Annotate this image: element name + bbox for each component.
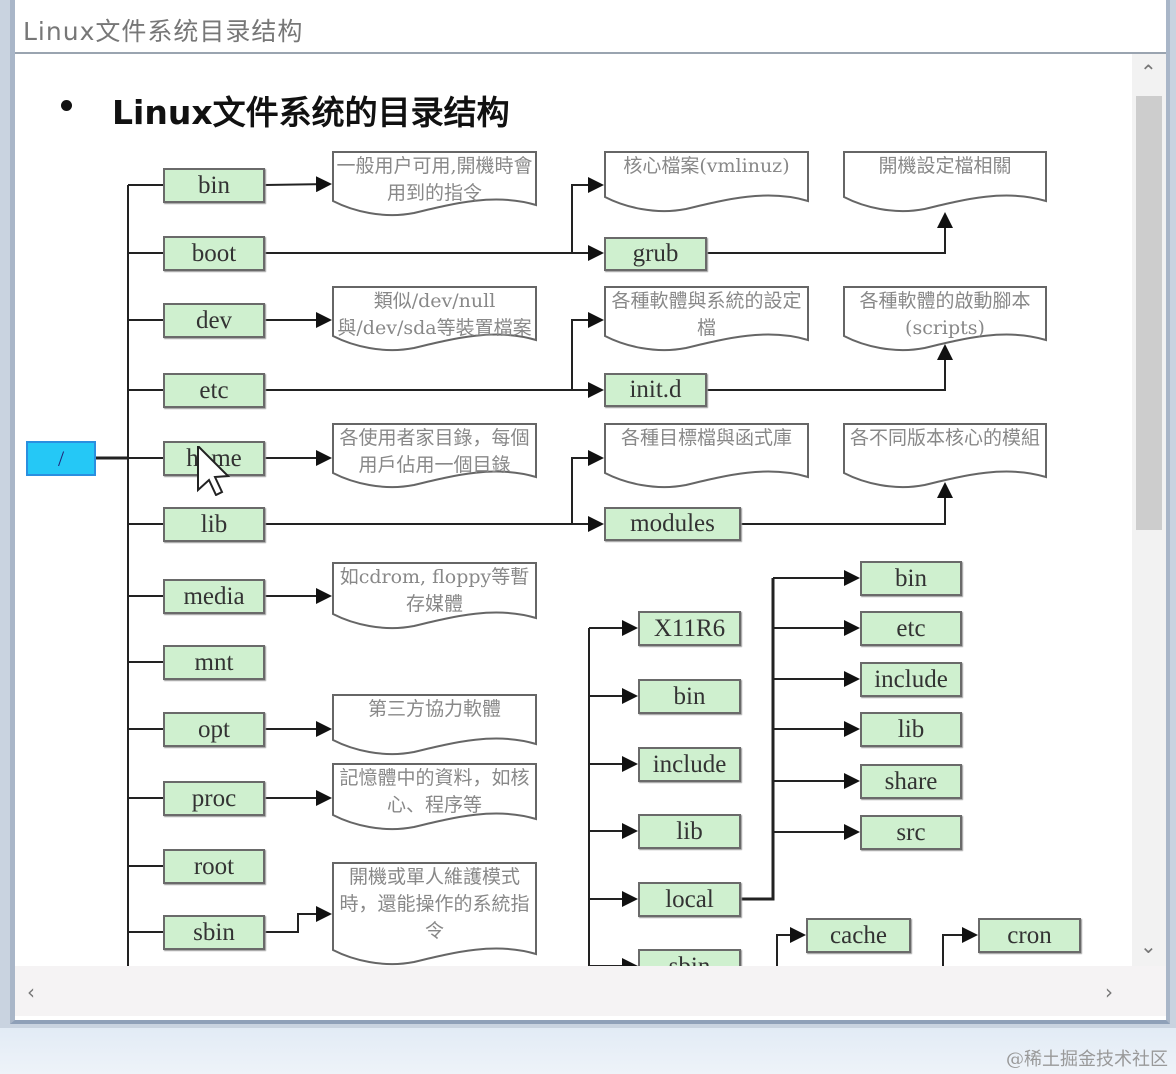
- note-text: 各使用者家目錄，每個用戶佔用一個目錄: [339, 427, 530, 476]
- note-bin: 一般用户可用,開機時會用到的指令: [332, 151, 537, 217]
- connector: [707, 212, 953, 254]
- dir-etc-initd[interactable]: init.d: [604, 373, 707, 407]
- dir-local-include[interactable]: include: [860, 662, 962, 697]
- note-text: 開機設定檔相關: [878, 155, 1012, 177]
- note-dev: 類似/dev/null與/dev/sda等裝置檔案: [332, 286, 537, 352]
- scroll-thumb[interactable]: [1136, 96, 1162, 530]
- dir-root[interactable]: root: [163, 849, 265, 884]
- scroll-right-icon[interactable]: ›: [1105, 980, 1113, 1004]
- dir-local-share[interactable]: share: [860, 764, 962, 799]
- note-text: 各種目標檔與函式庫: [620, 427, 792, 449]
- note-text: 如cdrom, floppy等暫存媒體: [339, 566, 530, 615]
- vertical-scrollbar[interactable]: ⌃ ⌄: [1132, 54, 1166, 966]
- taskbar: [0, 1028, 1176, 1074]
- dir-local-etc[interactable]: etc: [860, 611, 962, 646]
- scroll-up-icon[interactable]: ⌃: [1140, 60, 1157, 84]
- note-modules: 各不同版本核心的模組: [843, 423, 1047, 489]
- note-kernel: 核心檔案(vmlinuz): [604, 151, 809, 213]
- note-text: 核心檔案(vmlinuz): [623, 155, 790, 177]
- dir-media[interactable]: media: [163, 579, 265, 614]
- dir-bin[interactable]: bin: [163, 168, 265, 203]
- connector: [571, 177, 604, 253]
- dir-var-cron[interactable]: cron: [978, 918, 1081, 953]
- dir-etc[interactable]: etc: [163, 373, 265, 408]
- dir-usr-bin[interactable]: bin: [638, 679, 741, 714]
- note-opt: 第三方協力軟體: [332, 694, 537, 756]
- note-initd: 各種軟體的啟動腳本(scripts): [843, 286, 1047, 352]
- note-etc: 各種軟體與系統的設定檔: [604, 286, 809, 352]
- window-title: Linux文件系统目录结构: [23, 17, 304, 46]
- note-text: 各不同版本核心的模組: [849, 427, 1040, 449]
- dir-dev[interactable]: dev: [163, 303, 265, 338]
- connector: [265, 906, 332, 933]
- dir-usr-local[interactable]: local: [638, 882, 741, 917]
- scroll-down-icon[interactable]: ⌄: [1140, 934, 1157, 958]
- note-text: 第三方協力軟體: [367, 698, 501, 720]
- connector: [571, 450, 604, 524]
- note-text: 各種軟體與系統的設定檔: [611, 290, 802, 339]
- dir-boot[interactable]: boot: [163, 236, 265, 271]
- dir-local-bin[interactable]: bin: [860, 561, 962, 596]
- dir-local-lib[interactable]: lib: [860, 712, 962, 747]
- title-bar: Linux文件系统目录结构: [15, 0, 1166, 54]
- dir-usr-sbin[interactable]: sbin: [638, 949, 741, 966]
- dir-usr-include[interactable]: include: [638, 747, 741, 782]
- note-sbin: 開機或單人維護模式時，還能操作的系統指令: [332, 862, 537, 966]
- dir-proc[interactable]: proc: [163, 781, 265, 816]
- app-window: Linux文件系统目录结构 Linux文件系统的目录结构 / bin boot dev…: [10, 0, 1170, 1024]
- connector: [942, 927, 978, 966]
- slide-content: Linux文件系统的目录结构 / bin boot dev etc home lib medi…: [15, 54, 1132, 966]
- note-proc: 記憶體中的資料，如核心、程序等: [332, 763, 537, 831]
- horizontal-scrollbar[interactable]: ‹ ›: [15, 966, 1166, 1016]
- note-text: 一般用户可用,開機時會用到的指令: [336, 155, 533, 204]
- dir-mnt[interactable]: mnt: [163, 645, 265, 680]
- scroll-left-icon[interactable]: ‹: [27, 980, 35, 1004]
- dir-var-cache[interactable]: cache: [806, 918, 911, 953]
- dir-sbin[interactable]: sbin: [163, 915, 265, 950]
- connector: [741, 578, 775, 901]
- note-text: 記憶體中的資料，如核心、程序等: [339, 767, 530, 816]
- connector: [707, 344, 953, 391]
- dir-opt[interactable]: opt: [163, 712, 265, 747]
- connector: [571, 312, 604, 390]
- watermark: @稀土掘金技术社区: [1006, 1049, 1168, 1070]
- mouse-cursor-icon: [192, 443, 232, 500]
- root-dir-box[interactable]: /: [26, 441, 96, 476]
- dir-lib[interactable]: lib: [163, 507, 265, 542]
- note-home: 各使用者家目錄，每個用戶佔用一個目錄: [332, 423, 537, 489]
- note-text: 開機或單人維護模式時，還能操作的系統指令: [339, 866, 530, 942]
- dir-usr-X11R6[interactable]: X11R6: [638, 611, 741, 646]
- dir-local-src[interactable]: src: [860, 815, 962, 850]
- note-media: 如cdrom, floppy等暫存媒體: [332, 562, 537, 630]
- note-text: 類似/dev/null與/dev/sda等裝置檔案: [337, 290, 532, 339]
- connector: [264, 176, 332, 193]
- dir-lib-modules[interactable]: modules: [604, 507, 741, 541]
- dir-boot-grub[interactable]: grub: [604, 237, 707, 271]
- note-text: 各種軟體的啟動腳本(scripts): [859, 290, 1031, 339]
- note-lib: 各種目標檔與函式庫: [604, 423, 809, 489]
- note-grub: 開機設定檔相關: [843, 151, 1047, 213]
- connector: [776, 927, 806, 966]
- dir-usr-lib[interactable]: lib: [638, 814, 741, 849]
- connector: [741, 482, 953, 525]
